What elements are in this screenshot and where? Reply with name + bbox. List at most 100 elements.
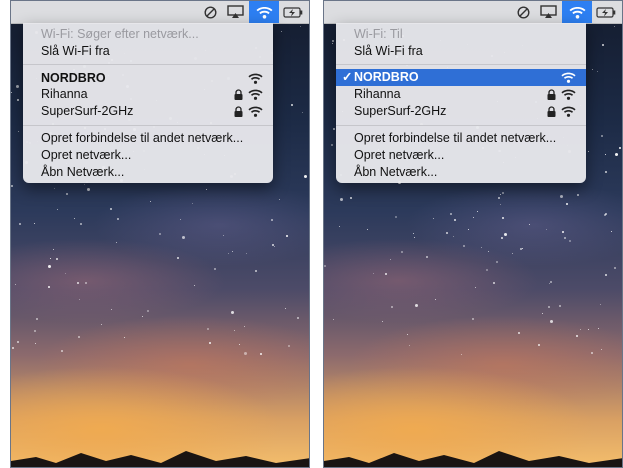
network-item-supersurf[interactable]: SuperSurf-2GHz bbox=[23, 103, 273, 120]
mountain-silhouette bbox=[11, 451, 309, 467]
star bbox=[291, 104, 293, 106]
star bbox=[562, 231, 564, 233]
star bbox=[288, 345, 290, 347]
star bbox=[559, 305, 561, 307]
star bbox=[522, 248, 523, 249]
wifi-dropdown-menu: Wi-Fi: Søger efter netværk... Slå Wi-Fi … bbox=[23, 23, 273, 183]
star bbox=[548, 306, 550, 308]
do-not-disturb-icon[interactable] bbox=[199, 1, 221, 23]
star bbox=[580, 329, 581, 330]
wifi-menu-button[interactable] bbox=[562, 1, 592, 23]
star bbox=[550, 320, 553, 323]
airplay-icon[interactable] bbox=[536, 1, 560, 23]
create-network-item[interactable]: Opret netværk... bbox=[336, 147, 586, 164]
mountain-silhouette bbox=[324, 451, 622, 467]
star bbox=[232, 251, 233, 252]
star bbox=[500, 204, 501, 205]
star bbox=[473, 217, 474, 218]
star bbox=[15, 284, 16, 285]
star bbox=[116, 242, 117, 243]
star bbox=[450, 213, 452, 215]
star bbox=[61, 350, 63, 352]
star bbox=[279, 199, 280, 200]
star bbox=[588, 329, 589, 330]
lock-icon bbox=[234, 106, 243, 117]
star bbox=[481, 247, 482, 248]
star bbox=[285, 308, 286, 309]
star bbox=[493, 282, 495, 284]
menu-separator bbox=[336, 64, 586, 65]
star bbox=[602, 44, 604, 46]
network-name: NORDBRO bbox=[41, 71, 106, 85]
star bbox=[48, 286, 50, 288]
network-item-rihanna[interactable]: Rihanna bbox=[23, 86, 273, 103]
star bbox=[85, 282, 87, 284]
star bbox=[468, 229, 469, 230]
star bbox=[57, 209, 58, 210]
star bbox=[180, 219, 181, 220]
star bbox=[304, 175, 307, 178]
star bbox=[529, 224, 530, 225]
create-network-item[interactable]: Opret netværk... bbox=[23, 147, 273, 164]
open-network-preferences-item[interactable]: Åbn Netværk... bbox=[23, 164, 273, 181]
star bbox=[496, 261, 498, 263]
star bbox=[228, 253, 229, 254]
join-other-network-item[interactable]: Opret forbindelse til andet netværk... bbox=[336, 130, 586, 147]
star bbox=[592, 69, 593, 70]
screenshot-left: Wi-Fi: Søger efter netværk... Slå Wi-Fi … bbox=[10, 0, 310, 468]
do-not-disturb-icon[interactable] bbox=[512, 1, 534, 23]
lock-icon bbox=[547, 89, 556, 100]
network-item-supersurf[interactable]: SuperSurf-2GHz bbox=[336, 103, 586, 120]
star bbox=[413, 233, 414, 234]
network-item-nordbro[interactable]: NORDBRO bbox=[23, 70, 273, 87]
star bbox=[414, 237, 415, 238]
battery-charging-icon[interactable] bbox=[594, 1, 618, 23]
star bbox=[435, 299, 436, 300]
star bbox=[560, 195, 563, 198]
wifi-icon bbox=[256, 6, 272, 19]
star bbox=[260, 353, 262, 355]
star bbox=[472, 318, 474, 320]
star bbox=[244, 352, 247, 355]
star bbox=[65, 273, 66, 274]
menu-separator bbox=[336, 125, 586, 126]
star bbox=[502, 217, 504, 219]
menu-separator bbox=[23, 125, 273, 126]
menu-bar bbox=[324, 1, 622, 24]
star bbox=[36, 318, 38, 320]
wifi-menu-button[interactable] bbox=[249, 1, 279, 23]
star bbox=[192, 203, 193, 204]
star bbox=[385, 273, 387, 275]
star bbox=[600, 304, 601, 305]
star bbox=[177, 257, 179, 259]
star bbox=[569, 240, 571, 242]
battery-charging-icon[interactable] bbox=[281, 1, 305, 23]
turn-wifi-off-item[interactable]: Slå Wi-Fi fra bbox=[336, 43, 586, 60]
network-name: SuperSurf-2GHz bbox=[41, 104, 134, 118]
star bbox=[244, 326, 245, 327]
wifi-signal-icon bbox=[248, 106, 263, 117]
star bbox=[577, 194, 579, 196]
star bbox=[461, 354, 462, 355]
star bbox=[17, 99, 19, 101]
star bbox=[209, 342, 211, 344]
star bbox=[54, 188, 55, 189]
star bbox=[111, 309, 112, 310]
airplay-icon[interactable] bbox=[223, 1, 247, 23]
open-network-preferences-item[interactable]: Åbn Netværk... bbox=[336, 164, 586, 181]
join-other-network-item[interactable]: Opret forbindelse til andet netværk... bbox=[23, 130, 273, 147]
star bbox=[147, 310, 149, 312]
star bbox=[518, 332, 520, 334]
star bbox=[333, 319, 334, 320]
network-item-nordbro[interactable]: ✓ NORDBRO bbox=[336, 69, 586, 86]
star bbox=[331, 144, 333, 146]
star bbox=[601, 135, 603, 137]
star bbox=[117, 218, 119, 220]
wifi-signal-icon bbox=[561, 106, 576, 117]
star bbox=[246, 253, 247, 254]
star bbox=[382, 321, 383, 322]
star bbox=[614, 26, 615, 27]
star bbox=[588, 151, 589, 152]
turn-wifi-off-item[interactable]: Slå Wi-Fi fra bbox=[23, 43, 273, 60]
network-item-rihanna[interactable]: Rihanna bbox=[336, 86, 586, 103]
